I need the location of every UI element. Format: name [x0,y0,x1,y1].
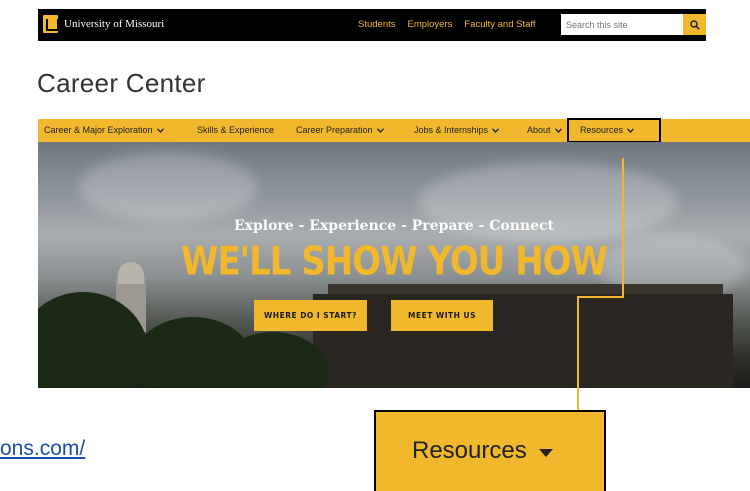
nav-label: About [527,125,551,135]
hero-tagline: Explore - Experience - Prepare - Connect [233,218,555,234]
callout-connector [578,296,624,298]
callout-connector [622,158,624,298]
nav-skills-experience[interactable]: Skills & Experience [197,125,274,135]
nav-label: Career Preparation [296,125,373,135]
cloud-decoration [78,152,258,222]
nav-label: Career & Major Exploration [44,125,153,135]
callout-text: Resources [412,437,527,464]
meet-with-us-button[interactable]: MEET WITH US [391,300,493,331]
nav-about[interactable]: About [527,125,562,135]
search-button[interactable] [683,14,706,35]
brand-name: University of Missouri [64,18,165,30]
resources-highlight-box [567,118,661,143]
nav-career-preparation[interactable]: Career Preparation [296,125,384,135]
resources-callout: Resources [374,410,606,491]
callout-connector [577,296,579,410]
students-link[interactable]: Students [358,19,396,30]
nav-jobs-internships[interactable]: Jobs & Internships [414,125,500,135]
nav-career-major-exploration[interactable]: Career & Major Exploration [44,125,164,135]
page-title[interactable]: Career Center [37,68,206,99]
employers-link[interactable]: Employers [408,19,453,30]
search-icon [689,19,700,30]
chevron-down-icon [376,127,384,133]
mizzou-logo-icon [43,15,59,33]
chevron-down-icon [492,127,500,133]
caret-down-icon [538,449,553,457]
where-do-i-start-button[interactable]: WHERE DO I START? [254,300,367,331]
university-brand[interactable]: University of Missouri [43,15,164,33]
hero-banner: Explore - Experience - Prepare - Connect… [38,142,750,388]
chevron-down-icon [554,127,562,133]
faculty-staff-link[interactable]: Faculty and Staff [464,19,535,30]
audience-links: Students Employers Faculty and Staff [358,19,536,30]
partial-link[interactable]: ons.com/ [0,437,85,461]
building-decoration [313,294,733,388]
hero-heading: WE'LL SHOW YOU HOW [180,239,608,285]
resources-callout-label: Resources [412,437,553,465]
nav-label: Jobs & Internships [414,125,489,135]
nav-label: Skills & Experience [197,125,275,135]
global-header: University of Missouri Students Employer… [38,9,706,41]
search-input[interactable] [561,14,683,35]
chevron-down-icon [156,127,164,133]
